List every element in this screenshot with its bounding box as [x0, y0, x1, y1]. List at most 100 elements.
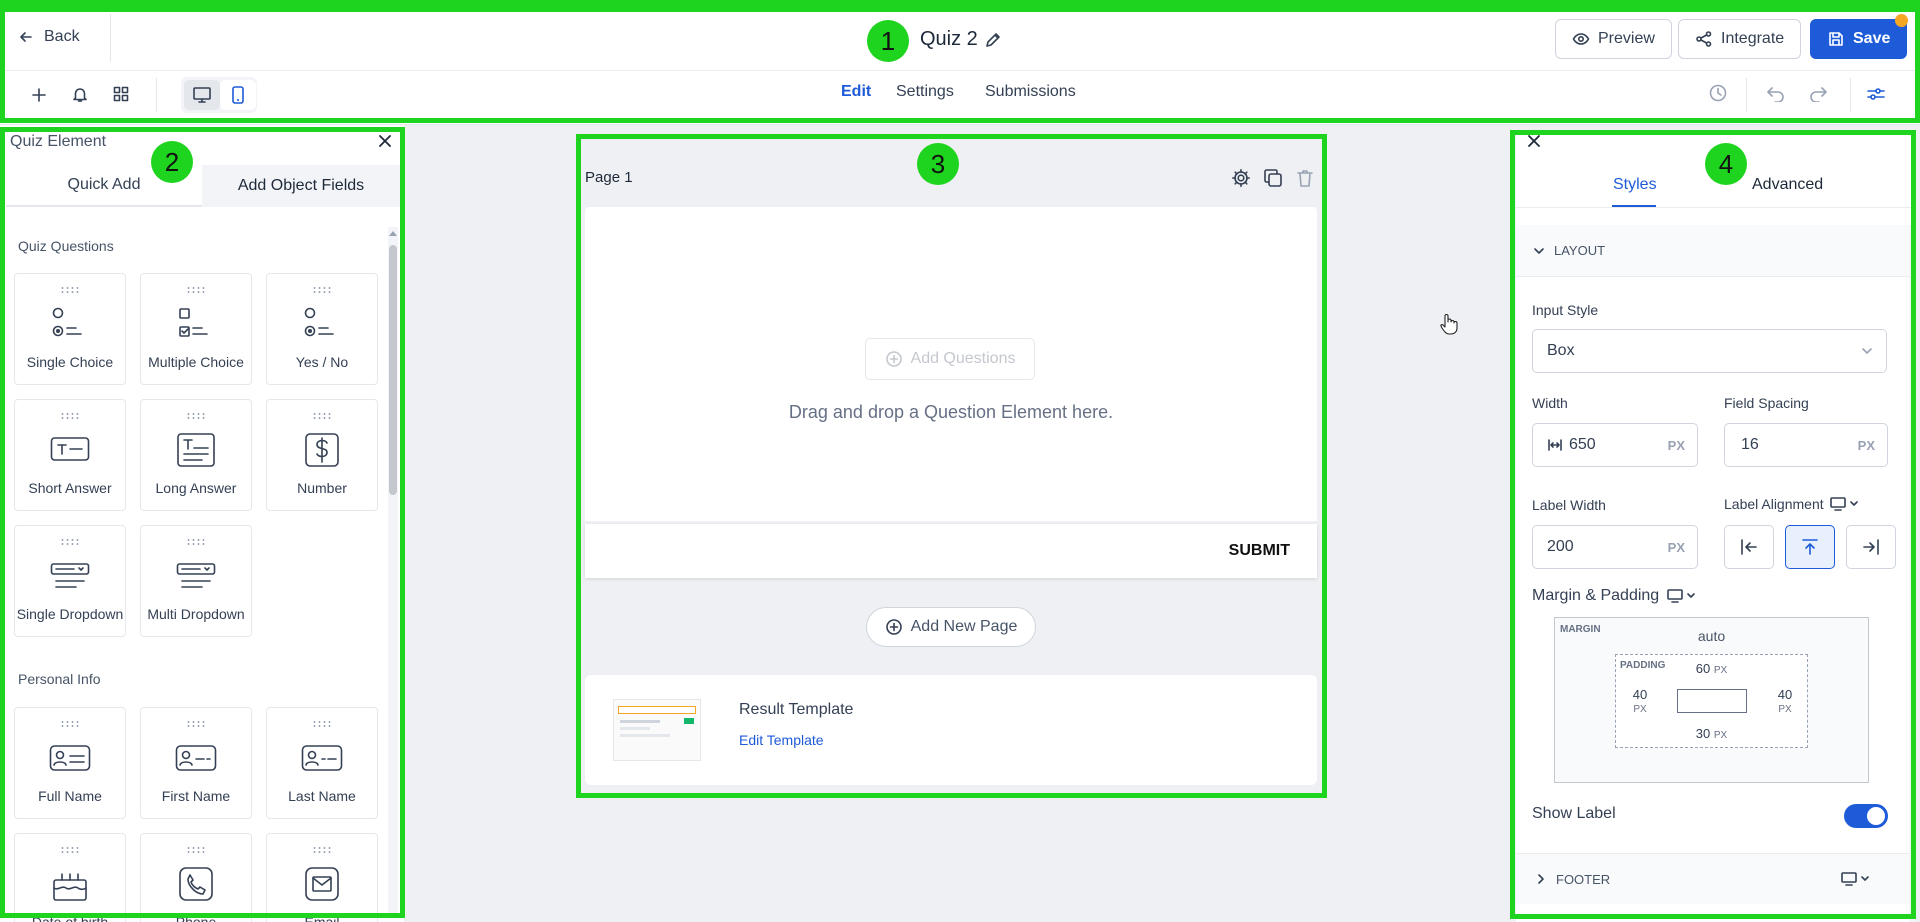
multiple-choice-icon — [179, 308, 208, 337]
share-icon — [1696, 31, 1712, 47]
panel-title: Quiz Element — [10, 133, 107, 150]
show-label-toggle[interactable] — [1844, 804, 1888, 828]
label-width-input[interactable]: 200 PX — [1532, 525, 1698, 569]
result-template-thumbnail[interactable] — [613, 699, 701, 761]
divider — [110, 14, 111, 62]
mobile-view-button[interactable] — [220, 80, 256, 110]
add-new-page-label: Add New Page — [910, 618, 1018, 635]
divider — [1746, 78, 1747, 112]
back-button[interactable]: Back — [18, 28, 80, 46]
submit-button[interactable]: SUBMIT — [1229, 542, 1290, 560]
width-arrows-icon — [1548, 439, 1562, 451]
desktop-view-button[interactable] — [184, 80, 220, 110]
drag-handle-icon — [186, 538, 206, 546]
align-top-button[interactable] — [1785, 525, 1835, 569]
tab-settings[interactable]: Settings — [896, 83, 954, 101]
padding-right-unit: PX — [1778, 704, 1792, 715]
save-button[interactable]: Save — [1810, 19, 1908, 59]
quiz-item-multiple-choice[interactable]: Multiple Choice — [140, 273, 252, 385]
redo-icon[interactable] — [1808, 84, 1828, 102]
sliders-icon[interactable] — [1866, 85, 1886, 103]
field-spacing-input[interactable]: 16 PX — [1724, 423, 1888, 467]
quiz-item-single-choice[interactable]: Single Choice — [14, 273, 126, 385]
mobile-icon — [232, 86, 244, 104]
quiz-item-single-dropdown[interactable]: Single Dropdown — [14, 525, 126, 637]
notification-dot — [1895, 14, 1908, 27]
bell-icon[interactable] — [71, 85, 89, 103]
add-questions-button[interactable]: Add Questions — [865, 338, 1035, 380]
region-badge-1: 1 — [867, 20, 909, 62]
quiz-item-yes-no[interactable]: Yes / No — [266, 273, 378, 385]
quiz-item-short-answer[interactable]: Short Answer — [14, 399, 126, 511]
personal-item-full-name[interactable]: Full Name — [14, 707, 126, 819]
personal-item-label: Date of birth — [31, 914, 109, 922]
padding-left[interactable]: 40 PX — [1622, 687, 1658, 717]
gear-icon[interactable] — [1231, 168, 1251, 188]
close-icon[interactable] — [1526, 133, 1542, 149]
align-left-button[interactable] — [1724, 525, 1774, 569]
chevron-down-icon — [1534, 247, 1544, 254]
quiz-item-long-answer[interactable]: Long Answer — [140, 399, 252, 511]
align-right-button[interactable] — [1846, 525, 1896, 569]
padding-bottom[interactable]: 30 PX — [1616, 726, 1807, 741]
integrate-button[interactable]: Integrate — [1678, 19, 1802, 59]
quiz-item-label: Multi Dropdown — [147, 606, 245, 622]
quiz-item-number[interactable]: Number — [266, 399, 378, 511]
input-style-select[interactable]: Box — [1532, 329, 1887, 373]
personal-item-first-name[interactable]: First Name — [140, 707, 252, 819]
add-questions-label: Add Questions — [910, 350, 1016, 367]
device-dropdown-icon[interactable] — [1829, 496, 1860, 512]
pencil-icon[interactable] — [984, 31, 1002, 49]
scrollbar-track[interactable] — [1909, 225, 1915, 922]
device-dropdown-icon[interactable] — [1841, 871, 1871, 887]
close-icon[interactable] — [377, 133, 393, 149]
field-spacing-unit: PX — [1857, 437, 1875, 453]
field-spacing-label: Field Spacing — [1724, 395, 1809, 411]
quiz-item-multi-dropdown[interactable]: Multi Dropdown — [140, 525, 252, 637]
page-drop-zone[interactable]: Add Questions Drag and drop a Question E… — [585, 207, 1317, 521]
dollar-icon — [305, 433, 339, 467]
personal-item-date-of-birth[interactable]: Date of birth — [14, 833, 126, 922]
history-icon[interactable] — [1708, 83, 1728, 103]
undo-icon[interactable] — [1766, 84, 1786, 102]
plus-icon[interactable] — [30, 86, 48, 104]
copy-icon[interactable] — [1263, 168, 1283, 188]
trash-icon[interactable] — [1295, 168, 1315, 188]
edit-template-link[interactable]: Edit Template — [739, 732, 824, 748]
width-value: 650 — [1569, 436, 1596, 453]
preview-button[interactable]: Preview — [1555, 19, 1672, 59]
floppy-disk-icon — [1829, 32, 1843, 46]
scrollbar-track[interactable] — [388, 227, 398, 917]
scroll-up-icon[interactable] — [388, 229, 398, 237]
tab-add-object-fields[interactable]: Add Object Fields — [202, 165, 400, 207]
multi-dropdown-icon — [176, 563, 216, 588]
footer-section-header[interactable]: FOOTER — [1516, 854, 1911, 904]
plus-circle-icon — [885, 619, 902, 635]
padding-box: PADDING 60 PX 40 PX 40 PX 30 PX — [1615, 654, 1808, 748]
styles-panel: Styles Advanced LAYOUT Input Style Box W… — [1516, 133, 1915, 922]
tab-submissions[interactable]: Submissions — [985, 83, 1076, 101]
layout-section-header[interactable]: LAYOUT — [1516, 225, 1911, 277]
footer-section-label: FOOTER — [1556, 871, 1611, 887]
quiz-element-panel: Quiz Element Quick Add Add Object Fields… — [0, 125, 404, 922]
dropdown-icon — [50, 563, 90, 588]
quiz-item-label: Yes / No — [295, 354, 349, 370]
add-new-page-button[interactable]: Add New Page — [866, 607, 1036, 647]
width-input[interactable]: 650 PX — [1532, 423, 1698, 467]
personal-item-last-name[interactable]: Last Name — [266, 707, 378, 819]
tab-edit[interactable]: Edit — [841, 83, 871, 101]
grid-icon[interactable] — [112, 85, 130, 103]
margin-top-value[interactable]: auto — [1555, 628, 1868, 644]
personal-item-phone[interactable]: Phone — [140, 833, 252, 922]
personal-item-email[interactable]: Email — [266, 833, 378, 922]
device-dropdown-icon[interactable] — [1667, 588, 1697, 604]
tab-styles[interactable]: Styles — [1613, 176, 1657, 194]
drag-handle-icon — [60, 720, 80, 728]
scrollbar-thumb[interactable] — [389, 245, 397, 495]
desktop-icon — [193, 87, 211, 103]
padding-right[interactable]: 40 PX — [1767, 687, 1803, 717]
region-badge-2: 2 — [151, 141, 193, 183]
tab-advanced[interactable]: Advanced — [1752, 176, 1823, 194]
padding-top-unit: PX — [1713, 665, 1728, 676]
padding-top[interactable]: 60 PX — [1616, 661, 1807, 676]
